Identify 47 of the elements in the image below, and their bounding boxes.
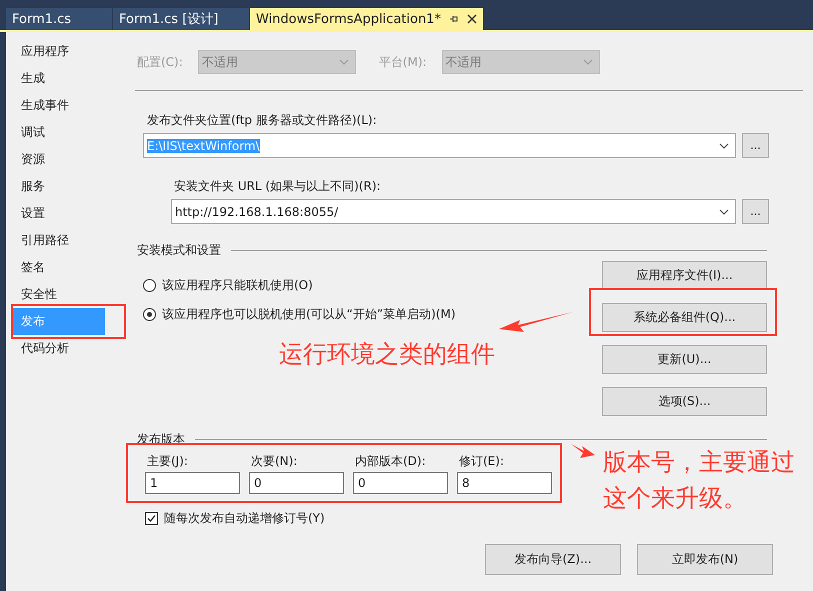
- radio-option[interactable]: 该应用程序也可以脱机使用(可以从“开始”菜单启动)(M): [143, 306, 456, 323]
- sidebar-item[interactable]: 资源: [6, 146, 127, 173]
- document-tab[interactable]: WindowsFormsApplication1*: [250, 8, 483, 30]
- sidebar-item[interactable]: 服务: [6, 173, 127, 200]
- chevron-down-icon: [338, 59, 349, 65]
- pin-icon[interactable]: [448, 14, 459, 24]
- sidebar-item[interactable]: 设置: [6, 200, 127, 227]
- field-label: 安装文件夹 URL (如果与以上不同)(R):: [174, 178, 382, 195]
- version-field[interactable]: 0: [353, 472, 448, 494]
- sidebar-item[interactable]: 调试: [6, 119, 127, 146]
- annotation-arrow: [570, 443, 596, 459]
- version-field[interactable]: 0: [249, 472, 344, 494]
- config-label: 配置(C):: [137, 54, 183, 70]
- dialog-button[interactable]: 立即发布(N): [637, 544, 773, 575]
- sidebar-item[interactable]: 生成: [6, 65, 127, 92]
- version-field[interactable]: 1: [145, 472, 240, 494]
- checkmark-icon: [146, 513, 157, 524]
- field-label: 次要(N):: [250, 453, 298, 470]
- chevron-down-icon: [582, 59, 593, 65]
- document-tab[interactable]: Form1.cs [设计]: [113, 8, 249, 30]
- dialog-button[interactable]: 发布向导(Z)...: [485, 544, 621, 575]
- sidebar-item[interactable]: 代码分析: [6, 335, 127, 362]
- dialog-button[interactable]: 更新(U)...: [602, 345, 767, 374]
- section-title: 安装模式和设置: [137, 242, 221, 259]
- field-label: 发布文件夹位置(ftp 服务器或文件路径)(L):: [147, 112, 378, 129]
- version-field[interactable]: 8: [457, 472, 552, 494]
- dialog-button[interactable]: 选项(S)...: [602, 387, 767, 416]
- sidebar-item[interactable]: 生成事件: [6, 92, 127, 119]
- radio-option[interactable]: 该应用程序只能联机使用(O): [143, 277, 456, 294]
- sidebar-item[interactable]: 引用路径: [6, 227, 127, 254]
- sidebar-item[interactable]: 签名: [6, 254, 127, 281]
- sidebar-item[interactable]: 安全性: [6, 281, 127, 308]
- sidebar-item[interactable]: 应用程序: [6, 38, 127, 65]
- chevron-down-icon: [719, 142, 729, 148]
- field-label: 主要(J):: [146, 453, 189, 470]
- document-tab[interactable]: Form1.cs: [6, 8, 112, 30]
- annotation-text: 运行环境之类的组件: [279, 339, 495, 370]
- field-label: 内部版本(D):: [354, 453, 427, 470]
- dialog-button[interactable]: 应用程序文件(I)...: [602, 261, 767, 290]
- platform-label: 平台(M):: [378, 54, 427, 70]
- close-icon[interactable]: [466, 14, 477, 24]
- field-label: 修订(E):: [458, 453, 505, 470]
- chevron-down-icon: [719, 208, 729, 214]
- browse-button[interactable]: ...: [742, 199, 769, 224]
- install-url-field[interactable]: http://192.168.1.168:8055/: [171, 199, 736, 224]
- browse-button[interactable]: ...: [742, 133, 769, 158]
- dialog-button[interactable]: 系统必备组件(Q)...: [602, 303, 767, 332]
